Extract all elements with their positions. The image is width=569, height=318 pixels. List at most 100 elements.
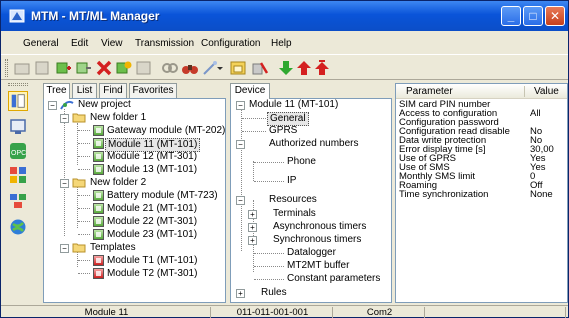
grid-value[interactable]: 0 <box>530 172 567 181</box>
grid-row[interactable]: Use of SMS Yes <box>396 163 567 172</box>
grid-row[interactable]: Time synchronization None <box>396 190 567 199</box>
grid-value[interactable]: Yes <box>530 154 567 163</box>
tree-module[interactable]: Gateway module (MT-202) <box>44 125 225 137</box>
device-node-authorized-numbers[interactable]: − Authorized numbers <box>231 138 391 150</box>
monitor-icon[interactable] <box>8 117 28 137</box>
tree-root[interactable]: − New project <box>44 99 224 111</box>
grid-row[interactable]: Access to configuration All <box>396 109 567 118</box>
side-toolbar-grip[interactable] <box>8 83 28 86</box>
project-tree-panel[interactable]: − New project − New folder 1 Gateway mod… <box>43 98 226 303</box>
grid-value[interactable]: No <box>530 136 567 145</box>
device-node-terminals[interactable]: + Terminals <box>231 208 391 220</box>
tree-view-icon[interactable] <box>8 91 28 111</box>
collapse-icon[interactable]: − <box>236 140 245 149</box>
grid-row[interactable]: Roaming Off <box>396 181 567 190</box>
network-icon[interactable] <box>8 191 28 211</box>
device-tree-panel[interactable]: − Module 11 (MT-101) General GPRS − Auth… <box>230 98 392 303</box>
device-node-phone[interactable]: Phone <box>231 156 391 168</box>
device-node-sync-timers[interactable]: + Synchronous timers <box>231 234 391 246</box>
remove-module-icon[interactable] <box>75 59 93 77</box>
collapse-icon[interactable]: − <box>60 179 69 188</box>
expand-icon[interactable]: + <box>248 236 257 245</box>
tree-module[interactable]: Module 23 (MT-101) <box>44 229 224 241</box>
grid-value[interactable]: All <box>530 109 567 118</box>
menu-help[interactable]: Help <box>271 38 292 49</box>
menu-transmission[interactable]: Transmission <box>135 38 194 49</box>
device-node-mt2mt[interactable]: MT2MT buffer <box>231 260 391 272</box>
configure-module-icon[interactable] <box>115 59 133 77</box>
column-header-value[interactable]: Value <box>534 86 559 97</box>
menu-view[interactable]: View <box>101 38 123 49</box>
grid-value[interactable]: Yes <box>530 163 567 172</box>
collapse-icon[interactable]: − <box>60 244 69 253</box>
collapse-icon[interactable]: − <box>48 101 57 110</box>
grid-row[interactable]: SIM card PIN number <box>396 100 567 109</box>
toolbar-grip[interactable] <box>5 59 8 77</box>
module-window-icon[interactable] <box>229 59 247 77</box>
grid-row[interactable]: Configuration password <box>396 118 567 127</box>
maximize-button[interactable]: □ <box>523 6 543 26</box>
parameter-grid[interactable]: Parameter Value SIM card PIN number Acce… <box>395 83 568 303</box>
tree-module[interactable]: Module 13 (MT-101) <box>44 164 224 176</box>
close-button[interactable]: ✕ <box>545 6 565 26</box>
column-header-parameter[interactable]: Parameter <box>406 86 453 97</box>
device-node-async-timers[interactable]: + Asynchronous timers <box>231 221 391 233</box>
menu-configuration[interactable]: Configuration <box>201 38 260 49</box>
menu-general[interactable]: General <box>23 38 59 49</box>
collapse-icon[interactable]: − <box>236 196 245 205</box>
tab-find[interactable]: Find <box>99 83 127 98</box>
connect-icon[interactable] <box>161 59 179 77</box>
globe-icon[interactable] <box>8 217 28 237</box>
grid-row[interactable]: Use of GPRS Yes <box>396 154 567 163</box>
modules-icon[interactable] <box>8 165 28 185</box>
opc-icon[interactable]: OPC <box>8 141 28 161</box>
tree-folder[interactable]: − Templates <box>44 242 224 254</box>
grid-value[interactable]: Off <box>530 181 567 190</box>
grid-row[interactable]: Monthly SMS limit 0 <box>396 172 567 181</box>
tree-module-selected[interactable]: Module 11 (MT-101) <box>44 138 224 152</box>
menu-edit[interactable]: Edit <box>71 38 88 49</box>
tab-list[interactable]: List <box>72 83 97 98</box>
expand-icon[interactable]: + <box>248 210 257 219</box>
tab-device[interactable]: Device <box>230 83 270 99</box>
device-node-constants[interactable]: Constant parameters <box>231 273 391 285</box>
device-node-gprs[interactable]: GPRS <box>231 125 391 137</box>
expand-icon[interactable]: + <box>236 289 245 298</box>
title-bar[interactable]: MTM - MT/ML Manager _ □ ✕ <box>1 1 568 31</box>
tree-module[interactable]: Module 12 (MT-301) <box>44 151 224 163</box>
device-node-general[interactable]: General <box>231 112 391 126</box>
module-settings-icon[interactable] <box>135 59 153 77</box>
tree-module[interactable]: Battery module (MT-723) <box>44 190 224 202</box>
tree-module[interactable]: Module 22 (MT-301) <box>44 216 224 228</box>
tree-template[interactable]: Module T2 (MT-301) <box>44 268 224 280</box>
grid-row[interactable]: Error display time [s] 30,00 <box>396 145 567 154</box>
new-folder-icon[interactable] <box>13 59 31 77</box>
disconnect-icon[interactable] <box>251 59 269 77</box>
grid-value[interactable]: None <box>530 190 567 199</box>
tree-module[interactable]: Module 21 (MT-101) <box>44 203 224 215</box>
device-node-resources[interactable]: − Resources <box>231 194 391 206</box>
grid-value[interactable]: No <box>530 127 567 136</box>
download-arrow-icon[interactable] <box>277 59 295 77</box>
delete-icon[interactable] <box>95 59 113 77</box>
minimize-button[interactable]: _ <box>501 6 521 26</box>
tab-tree[interactable]: Tree <box>43 83 70 99</box>
device-node-datalogger[interactable]: Datalogger <box>231 247 391 259</box>
tree-template[interactable]: Module T1 (MT-101) <box>44 255 224 267</box>
tree-folder[interactable]: − New folder 1 <box>44 112 224 124</box>
properties-icon[interactable] <box>33 59 51 77</box>
device-root[interactable]: − Module 11 (MT-101) <box>231 99 391 111</box>
tab-favorites[interactable]: Favorites <box>129 83 177 98</box>
column-separator[interactable] <box>524 86 525 97</box>
device-node-ip[interactable]: IP <box>231 175 391 187</box>
upload-arrow-icon[interactable] <box>295 59 313 77</box>
grid-row[interactable]: Configuration read disable No <box>396 127 567 136</box>
collapse-icon[interactable]: − <box>236 101 245 110</box>
upload-all-icon[interactable] <box>313 59 331 77</box>
binoculars-icon[interactable] <box>181 59 199 77</box>
tree-folder[interactable]: − New folder 2 <box>44 177 224 189</box>
grid-value[interactable]: 30,00 <box>530 145 567 154</box>
expand-icon[interactable]: + <box>248 223 257 232</box>
collapse-icon[interactable]: − <box>60 114 69 123</box>
add-module-icon[interactable] <box>55 59 73 77</box>
